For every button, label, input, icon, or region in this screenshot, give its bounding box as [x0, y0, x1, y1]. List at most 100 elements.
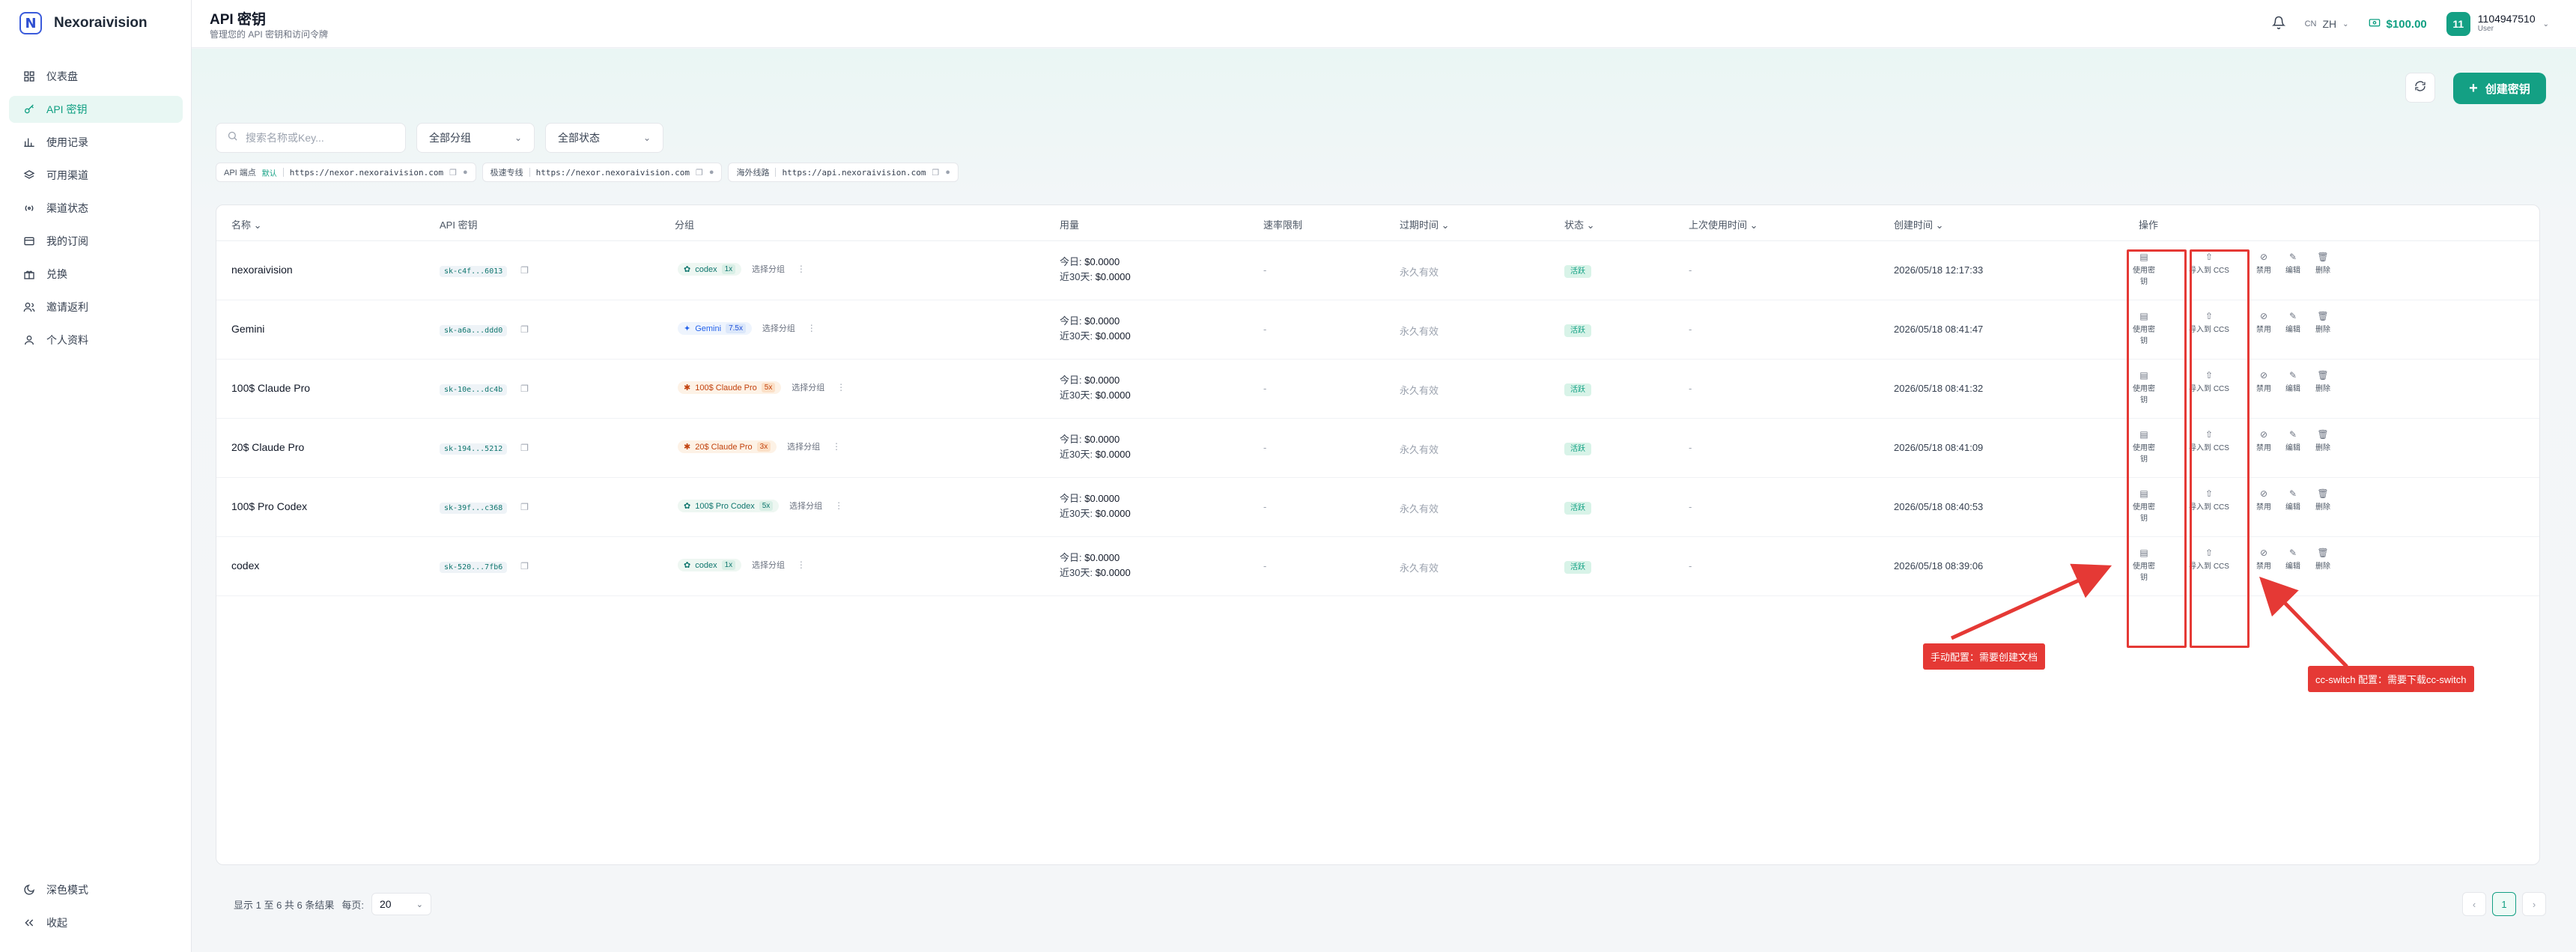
select-group-link[interactable]: 选择分组	[792, 383, 824, 392]
select-group-link[interactable]: 选择分组	[752, 265, 785, 274]
col-last-used[interactable]: 上次使用时间 ⌄	[1689, 217, 1758, 231]
speed-test-icon[interactable]: ●	[463, 168, 468, 177]
copy-icon[interactable]: ❐	[449, 168, 457, 178]
group-badge: ✿ codex 1x	[678, 263, 742, 276]
usage-30d: $0.0000	[1095, 389, 1131, 401]
disable-button[interactable]: ⊘ 禁用	[2250, 252, 2277, 275]
edit-button[interactable]: ✎ 编辑	[2279, 488, 2306, 512]
per-page-select[interactable]: 20 ⌄	[371, 893, 431, 915]
more-icon[interactable]: ⋮	[797, 560, 806, 570]
disable-button[interactable]: ⊘ 禁用	[2250, 548, 2277, 571]
endpoint-label: 海外线路	[736, 169, 770, 178]
sidebar-item-users[interactable]: 邀请返利	[9, 294, 183, 321]
prev-page-button[interactable]: ‹	[2462, 892, 2486, 916]
select-group-link[interactable]: 选择分组	[762, 324, 795, 333]
edit-icon: ✎	[2288, 429, 2297, 440]
more-icon[interactable]: ⋮	[797, 264, 806, 274]
rate-limit: -	[1263, 324, 1267, 335]
copy-icon[interactable]: ❐	[696, 168, 703, 178]
col-status[interactable]: 状态 ⌄	[1564, 217, 1595, 231]
page-subtitle: 管理您的 API 密钥和访问令牌	[210, 29, 329, 40]
brand[interactable]: N Nexoraivision	[19, 12, 148, 34]
edit-icon: ✎	[2288, 548, 2297, 558]
page-button[interactable]: 1	[2492, 892, 2516, 916]
col-created[interactable]: 创建时间 ⌄	[1894, 217, 1944, 231]
disable-button[interactable]: ⊘ 禁用	[2250, 311, 2277, 334]
sidebar-item-label: 可用渠道	[46, 169, 88, 181]
endpoint-chip: 极速专线 https://nexor.nexoraivision.com ❐ ●	[482, 163, 723, 182]
delete-button[interactable]: 🗑 删除	[2309, 548, 2336, 571]
sidebar-item-grid[interactable]: 仪表盘	[9, 63, 183, 90]
copy-icon[interactable]: ❐	[520, 324, 529, 335]
balance-display[interactable]: $100.00	[2369, 16, 2427, 31]
claude-icon: ✱	[684, 443, 691, 452]
select-group-link[interactable]: 选择分组	[789, 502, 822, 511]
usage-cell: 今日: $0.0000 近30天: $0.0000	[1060, 373, 1131, 403]
sidebar-item-bar-chart[interactable]: 使用记录	[9, 129, 183, 156]
disable-button[interactable]: ⊘ 禁用	[2250, 488, 2277, 512]
edit-label: 编辑	[2285, 385, 2300, 393]
delete-button[interactable]: 🗑 删除	[2309, 252, 2336, 275]
chevron-down-icon: ⌄	[643, 133, 651, 143]
copy-icon[interactable]: ❐	[520, 265, 529, 276]
expiry: 永久有效	[1400, 503, 1439, 515]
copy-icon[interactable]: ❐	[932, 168, 940, 178]
group-filter-select[interactable]: 全部分组 ⌄	[416, 123, 535, 153]
select-group-link[interactable]: 选择分组	[752, 561, 785, 570]
sidebar-item-user[interactable]: 个人资料	[9, 327, 183, 354]
copy-icon[interactable]: ❐	[520, 502, 529, 512]
plus-icon: +	[2469, 80, 2478, 97]
expiry: 永久有效	[1400, 444, 1439, 455]
sidebar-item-gift[interactable]: 兑换	[9, 261, 183, 288]
next-page-button[interactable]: ›	[2522, 892, 2546, 916]
more-icon[interactable]: ⋮	[807, 323, 816, 333]
rate-limit: -	[1263, 560, 1267, 571]
edit-button[interactable]: ✎ 编辑	[2279, 370, 2306, 393]
sidebar: N Nexoraivision 仪表盘 API 密钥 使用记录 可用渠道 渠道状…	[0, 0, 192, 952]
col-name[interactable]: 名称 ⌄	[231, 217, 262, 231]
copy-icon[interactable]: ❐	[520, 383, 529, 394]
delete-button[interactable]: 🗑 删除	[2309, 370, 2336, 393]
delete-button[interactable]: 🗑 删除	[2309, 429, 2336, 452]
sidebar-item-card[interactable]: 我的订阅	[9, 228, 183, 255]
edit-icon: ✎	[2288, 252, 2297, 262]
edit-button[interactable]: ✎ 编辑	[2279, 311, 2306, 334]
copy-icon[interactable]: ❐	[520, 561, 529, 571]
sidebar-item-broadcast[interactable]: 渠道状态	[9, 195, 183, 222]
speed-test-icon[interactable]: ●	[945, 168, 950, 177]
delete-button[interactable]: 🗑 删除	[2309, 311, 2336, 334]
select-group-link[interactable]: 选择分组	[787, 443, 820, 452]
disable-button[interactable]: ⊘ 禁用	[2250, 429, 2277, 452]
sidebar-item-collapse[interactable]: 收起	[9, 909, 183, 936]
status-filter-select[interactable]: 全部状态 ⌄	[545, 123, 663, 153]
user-menu[interactable]: 11 1104947510 User ⌄	[2446, 12, 2549, 36]
broadcast-icon	[22, 201, 36, 215]
more-icon[interactable]: ⋮	[832, 441, 841, 452]
more-icon[interactable]: ⋮	[834, 500, 843, 511]
edit-button[interactable]: ✎ 编辑	[2279, 252, 2306, 275]
api-key-cell: sk-194...5212 ❐	[440, 441, 529, 455]
sidebar-item-layers[interactable]: 可用渠道	[9, 162, 183, 189]
col-expiry[interactable]: 过期时间 ⌄	[1400, 217, 1450, 231]
edit-button[interactable]: ✎ 编辑	[2279, 548, 2306, 571]
sidebar-item-key[interactable]: API 密钥	[9, 96, 183, 123]
more-icon[interactable]: ⋮	[836, 382, 845, 392]
bell-icon[interactable]	[2271, 16, 2285, 33]
delete-button[interactable]: 🗑 删除	[2309, 488, 2336, 512]
endpoint-url: https://api.nexoraivision.com	[782, 167, 926, 178]
language-switcher[interactable]: CN ZH ⌄	[2305, 18, 2349, 30]
search-input[interactable]	[246, 132, 395, 144]
speed-test-icon[interactable]: ●	[709, 168, 714, 177]
ban-icon: ⊘	[2259, 429, 2268, 440]
edit-button[interactable]: ✎ 编辑	[2279, 429, 2306, 452]
refresh-button[interactable]	[2405, 73, 2435, 103]
pagination-summary: 显示 1 至 6 共 6 条结果	[234, 899, 335, 911]
chevron-down-icon: ⌄	[416, 900, 423, 909]
annotation-ccswitch-config: cc-switch 配置：需要下载cc-switch	[2308, 666, 2474, 692]
delete-label: 删除	[2315, 267, 2330, 275]
create-key-button[interactable]: + 创建密钥	[2453, 73, 2546, 104]
rate-limit: -	[1263, 501, 1267, 512]
copy-icon[interactable]: ❐	[520, 443, 529, 453]
disable-button[interactable]: ⊘ 禁用	[2250, 370, 2277, 393]
sidebar-item-moon[interactable]: 深色模式	[9, 876, 183, 903]
